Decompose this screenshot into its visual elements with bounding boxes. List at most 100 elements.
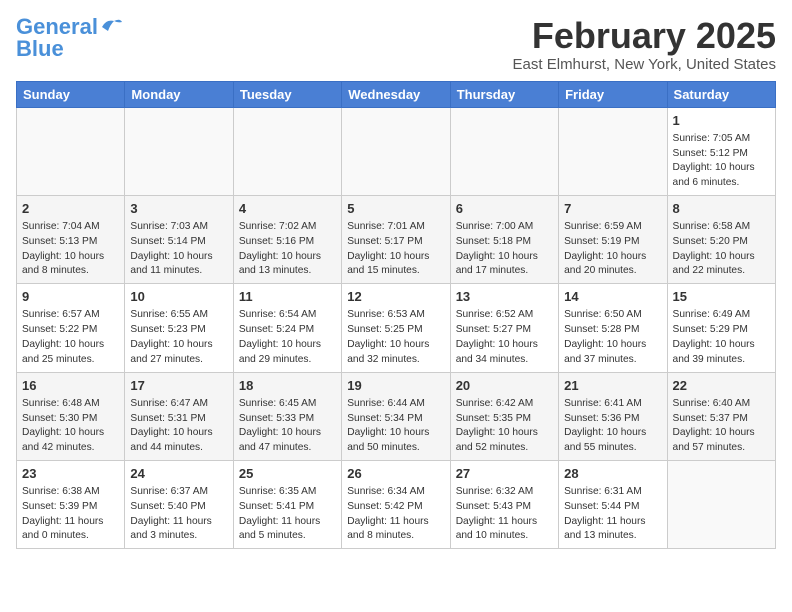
calendar-cell: 26 Sunrise: 6:34 AM Sunset: 5:42 PM Dayli… <box>342 460 450 548</box>
calendar-cell: 3 Sunrise: 7:03 AM Sunset: 5:14 PM Daylig… <box>125 195 233 283</box>
day-number: 1 <box>673 112 770 130</box>
day-info: Sunrise: 6:40 AM Sunset: 5:37 PM Dayligh… <box>673 397 770 456</box>
weekday-header-saturday: Saturday <box>667 81 775 107</box>
calendar-subtitle: East Elmhurst, New York, United States <box>513 56 776 73</box>
day-info: Sunrise: 6:32 AM Sunset: 5:43 PM Dayligh… <box>456 485 553 544</box>
day-info: Sunrise: 6:45 AM Sunset: 5:33 PM Dayligh… <box>239 397 336 456</box>
day-number: 10 <box>130 288 227 306</box>
day-info: Sunrise: 6:35 AM Sunset: 5:41 PM Dayligh… <box>239 485 336 544</box>
calendar-cell: 6 Sunrise: 7:00 AM Sunset: 5:18 PM Daylig… <box>450 195 558 283</box>
calendar-cell: 5 Sunrise: 7:01 AM Sunset: 5:17 PM Daylig… <box>342 195 450 283</box>
calendar-cell: 1Sunrise: 7:05 AM Sunset: 5:12 PM Daylig… <box>667 107 775 195</box>
day-number: 6 <box>456 200 553 218</box>
day-number: 9 <box>22 288 119 306</box>
calendar-cell: 28 Sunrise: 6:31 AM Sunset: 5:44 PM Dayli… <box>559 460 667 548</box>
calendar-cell: 10 Sunrise: 6:55 AM Sunset: 5:23 PM Dayli… <box>125 284 233 372</box>
calendar-week-row: 9 Sunrise: 6:57 AM Sunset: 5:22 PM Daylig… <box>17 284 776 372</box>
title-block: February 2025 East Elmhurst, New York, U… <box>513 16 776 73</box>
logo-bird-icon <box>100 17 122 35</box>
calendar-cell <box>559 107 667 195</box>
calendar-cell: 21Sunrise: 6:41 AM Sunset: 5:36 PM Dayli… <box>559 372 667 460</box>
logo-blue: Blue <box>16 38 64 60</box>
weekday-header-tuesday: Tuesday <box>233 81 341 107</box>
calendar-cell: 27 Sunrise: 6:32 AM Sunset: 5:43 PM Dayli… <box>450 460 558 548</box>
day-info: Sunrise: 6:54 AM Sunset: 5:24 PM Dayligh… <box>239 308 336 367</box>
day-number: 8 <box>673 200 770 218</box>
day-number: 17 <box>130 377 227 395</box>
weekday-header-wednesday: Wednesday <box>342 81 450 107</box>
calendar-cell: 4Sunrise: 7:02 AM Sunset: 5:16 PM Daylig… <box>233 195 341 283</box>
day-number: 14 <box>564 288 661 306</box>
day-info: Sunrise: 7:00 AM Sunset: 5:18 PM Dayligh… <box>456 220 553 279</box>
day-info: Sunrise: 6:34 AM Sunset: 5:42 PM Dayligh… <box>347 485 444 544</box>
calendar-cell: 14 Sunrise: 6:50 AM Sunset: 5:28 PM Dayli… <box>559 284 667 372</box>
day-number: 5 <box>347 200 444 218</box>
day-number: 24 <box>130 465 227 483</box>
day-number: 20 <box>456 377 553 395</box>
calendar-cell: 22Sunrise: 6:40 AM Sunset: 5:37 PM Dayli… <box>667 372 775 460</box>
weekday-header-row: SundayMondayTuesdayWednesdayThursdayFrid… <box>17 81 776 107</box>
day-number: 28 <box>564 465 661 483</box>
day-number: 26 <box>347 465 444 483</box>
calendar-week-row: 16Sunrise: 6:48 AM Sunset: 5:30 PM Dayli… <box>17 372 776 460</box>
weekday-header-friday: Friday <box>559 81 667 107</box>
logo-text: General <box>16 16 98 38</box>
day-info: Sunrise: 6:37 AM Sunset: 5:40 PM Dayligh… <box>130 485 227 544</box>
calendar-cell: 18 Sunrise: 6:45 AM Sunset: 5:33 PM Dayli… <box>233 372 341 460</box>
day-number: 12 <box>347 288 444 306</box>
day-info: Sunrise: 6:59 AM Sunset: 5:19 PM Dayligh… <box>564 220 661 279</box>
day-info: Sunrise: 6:53 AM Sunset: 5:25 PM Dayligh… <box>347 308 444 367</box>
weekday-header-monday: Monday <box>125 81 233 107</box>
day-info: Sunrise: 6:47 AM Sunset: 5:31 PM Dayligh… <box>130 397 227 456</box>
day-info: Sunrise: 7:04 AM Sunset: 5:13 PM Dayligh… <box>22 220 119 279</box>
calendar-cell: 2 Sunrise: 7:04 AM Sunset: 5:13 PM Daylig… <box>17 195 125 283</box>
day-number: 25 <box>239 465 336 483</box>
weekday-header-thursday: Thursday <box>450 81 558 107</box>
calendar-title: February 2025 <box>513 16 776 56</box>
day-info: Sunrise: 6:50 AM Sunset: 5:28 PM Dayligh… <box>564 308 661 367</box>
calendar-cell <box>667 460 775 548</box>
day-info: Sunrise: 6:58 AM Sunset: 5:20 PM Dayligh… <box>673 220 770 279</box>
calendar-cell: 8 Sunrise: 6:58 AM Sunset: 5:20 PM Daylig… <box>667 195 775 283</box>
day-number: 3 <box>130 200 227 218</box>
calendar-cell: 19Sunrise: 6:44 AM Sunset: 5:34 PM Dayli… <box>342 372 450 460</box>
day-number: 18 <box>239 377 336 395</box>
day-number: 27 <box>456 465 553 483</box>
calendar-cell: 16Sunrise: 6:48 AM Sunset: 5:30 PM Dayli… <box>17 372 125 460</box>
calendar-cell <box>233 107 341 195</box>
day-info: Sunrise: 6:55 AM Sunset: 5:23 PM Dayligh… <box>130 308 227 367</box>
day-info: Sunrise: 6:48 AM Sunset: 5:30 PM Dayligh… <box>22 397 119 456</box>
page-header: General Blue February 2025 East Elmhurst… <box>16 16 776 73</box>
day-info: Sunrise: 6:44 AM Sunset: 5:34 PM Dayligh… <box>347 397 444 456</box>
calendar-cell <box>450 107 558 195</box>
calendar-cell <box>342 107 450 195</box>
day-number: 2 <box>22 200 119 218</box>
calendar-cell: 20 Sunrise: 6:42 AM Sunset: 5:35 PM Dayli… <box>450 372 558 460</box>
day-info: Sunrise: 6:57 AM Sunset: 5:22 PM Dayligh… <box>22 308 119 367</box>
calendar-cell <box>125 107 233 195</box>
calendar-cell: 23 Sunrise: 6:38 AM Sunset: 5:39 PM Dayli… <box>17 460 125 548</box>
day-number: 23 <box>22 465 119 483</box>
day-info: Sunrise: 6:42 AM Sunset: 5:35 PM Dayligh… <box>456 397 553 456</box>
day-info: Sunrise: 6:31 AM Sunset: 5:44 PM Dayligh… <box>564 485 661 544</box>
day-number: 11 <box>239 288 336 306</box>
calendar-cell: 12 Sunrise: 6:53 AM Sunset: 5:25 PM Dayli… <box>342 284 450 372</box>
calendar-cell <box>17 107 125 195</box>
calendar-week-row: 1Sunrise: 7:05 AM Sunset: 5:12 PM Daylig… <box>17 107 776 195</box>
day-info: Sunrise: 6:41 AM Sunset: 5:36 PM Dayligh… <box>564 397 661 456</box>
calendar-table: SundayMondayTuesdayWednesdayThursdayFrid… <box>16 81 776 550</box>
day-info: Sunrise: 6:49 AM Sunset: 5:29 PM Dayligh… <box>673 308 770 367</box>
day-number: 15 <box>673 288 770 306</box>
logo: General Blue <box>16 16 122 60</box>
day-number: 7 <box>564 200 661 218</box>
day-number: 13 <box>456 288 553 306</box>
day-info: Sunrise: 6:38 AM Sunset: 5:39 PM Dayligh… <box>22 485 119 544</box>
day-info: Sunrise: 7:03 AM Sunset: 5:14 PM Dayligh… <box>130 220 227 279</box>
calendar-cell: 25 Sunrise: 6:35 AM Sunset: 5:41 PM Dayli… <box>233 460 341 548</box>
calendar-week-row: 23 Sunrise: 6:38 AM Sunset: 5:39 PM Dayli… <box>17 460 776 548</box>
day-info: Sunrise: 7:01 AM Sunset: 5:17 PM Dayligh… <box>347 220 444 279</box>
calendar-cell: 7 Sunrise: 6:59 AM Sunset: 5:19 PM Daylig… <box>559 195 667 283</box>
calendar-cell: 24 Sunrise: 6:37 AM Sunset: 5:40 PM Dayli… <box>125 460 233 548</box>
day-info: Sunrise: 6:52 AM Sunset: 5:27 PM Dayligh… <box>456 308 553 367</box>
day-number: 4 <box>239 200 336 218</box>
